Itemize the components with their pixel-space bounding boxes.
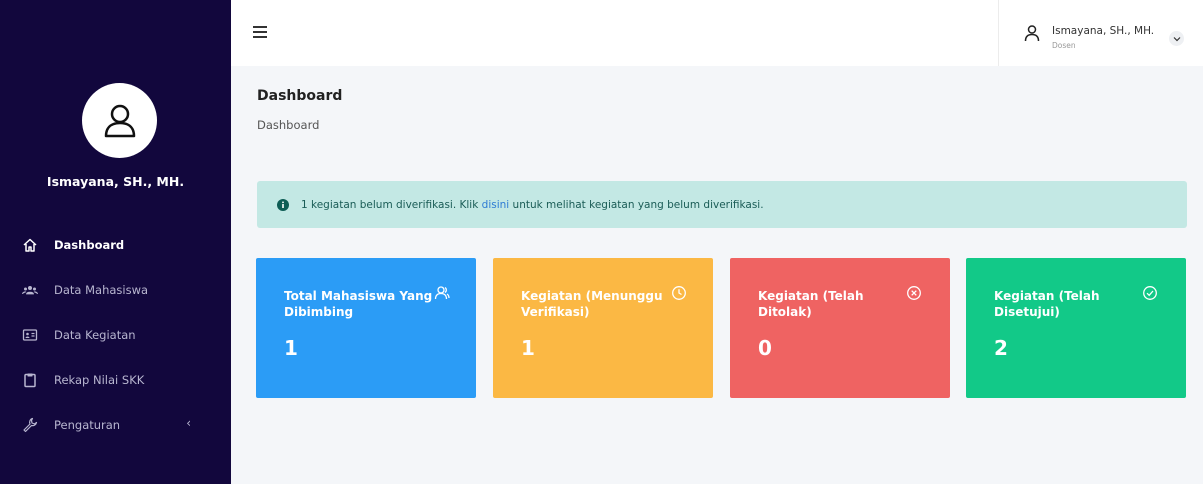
user-icon (1024, 25, 1040, 42)
sidebar-item-data-kegiatan[interactable]: Data Kegiatan (0, 312, 231, 357)
clock-icon (672, 286, 686, 300)
sidebar: Ismayana, SH., MH. Dashboard Data Mahasi… (0, 0, 231, 484)
clipboard-icon (22, 372, 38, 388)
users-icon (22, 282, 38, 298)
menu-toggle-icon[interactable] (253, 26, 267, 38)
card-title: Kegiatan (Telah Ditolak) (758, 289, 864, 319)
user-menu[interactable]: Ismayana, SH., MH. Dosen (998, 0, 1203, 66)
sidebar-item-label: Data Mahasiswa (54, 282, 149, 297)
info-icon (277, 198, 289, 211)
breadcrumb: Dashboard (257, 118, 320, 132)
sidebar-item-label: Dashboard (54, 237, 125, 252)
card-value: 1 (284, 336, 298, 360)
card-title: Kegiatan (Telah Disetujui) (994, 289, 1100, 319)
avatar (82, 83, 157, 158)
chevron-down-icon[interactable] (1169, 31, 1184, 46)
sidebar-item-label: Pengaturan (54, 417, 121, 432)
card-value: 2 (994, 336, 1008, 360)
alert-link[interactable]: disini (482, 199, 510, 211)
card-menunggu-verifikasi[interactable]: Kegiatan (Menunggu Verifikasi) 1 (493, 258, 713, 398)
sidebar-item-data-mahasiswa[interactable]: Data Mahasiswa (0, 267, 231, 312)
card-title: Kegiatan (Menunggu Verifikasi) (521, 289, 663, 319)
topbar-user-name: Ismayana, SH., MH. (1052, 25, 1155, 37)
sidebar-nav: Dashboard Data Mahasiswa Data Kegiatan R… (0, 222, 231, 447)
card-title: Total Mahasiswa Yang Dibimbing (284, 289, 433, 319)
alert-text-before: 1 kegiatan belum diverifikasi. Klik (301, 198, 482, 211)
alert-text: 1 kegiatan belum diverifikasi. Klik disi… (301, 199, 764, 211)
sidebar-item-dashboard[interactable]: Dashboard (0, 222, 231, 267)
card-total-mahasiswa[interactable]: Total Mahasiswa Yang Dibimbing 1 (256, 258, 476, 398)
card-telah-ditolak[interactable]: Kegiatan (Telah Ditolak) 0 (730, 258, 950, 398)
id-card-icon (22, 327, 38, 343)
topbar: Ismayana, SH., MH. Dosen (231, 0, 1203, 66)
check-circle-icon (1143, 286, 1157, 300)
sidebar-item-rekap-nilai-skk[interactable]: Rekap Nilai SKK (0, 357, 231, 402)
home-icon (22, 237, 38, 253)
sidebar-item-label: Rekap Nilai SKK (54, 372, 145, 387)
card-value: 1 (521, 336, 535, 360)
sidebar-user-name: Ismayana, SH., MH. (46, 174, 185, 189)
page-title: Dashboard (257, 88, 343, 104)
chevron-left-icon: ‹ (186, 416, 191, 430)
card-telah-disetujui[interactable]: Kegiatan (Telah Disetujui) 2 (966, 258, 1186, 398)
wrench-icon (22, 417, 38, 433)
x-circle-icon (907, 286, 921, 300)
card-value: 0 (758, 336, 772, 360)
info-alert: 1 kegiatan belum diverifikasi. Klik disi… (257, 181, 1187, 228)
sidebar-item-label: Data Kegiatan (54, 327, 136, 342)
sidebar-item-pengaturan[interactable]: Pengaturan ‹ (0, 402, 231, 447)
alert-text-after: untuk melihat kegiatan yang belum diveri… (509, 198, 764, 211)
topbar-user-role: Dosen (1052, 41, 1076, 50)
user-group-icon (434, 286, 450, 300)
user-icon (104, 104, 135, 137)
